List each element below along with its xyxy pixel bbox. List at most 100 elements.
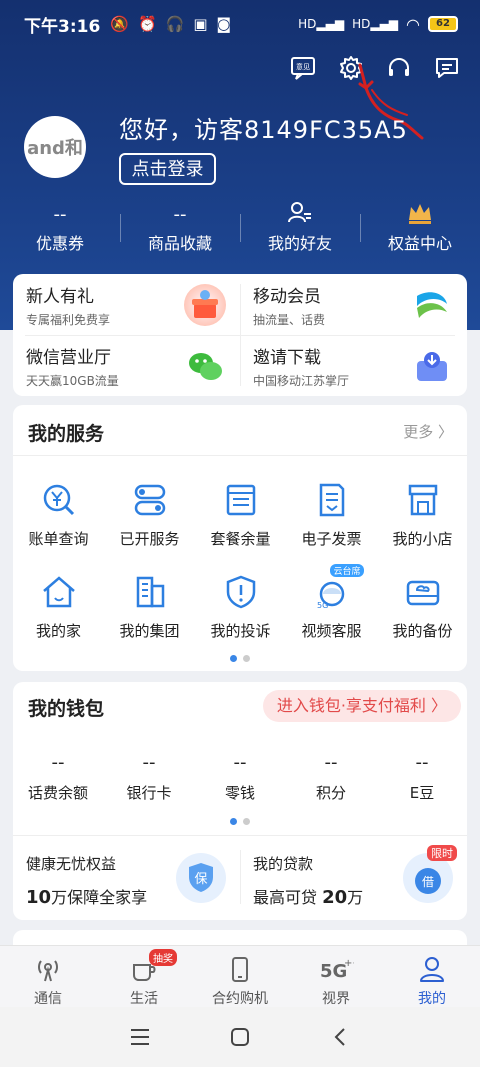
insurance-entry[interactable]: 健康无忧权益 10万保障全家享 保 [13, 835, 240, 920]
stat-benefits[interactable]: 权益中心 [360, 200, 480, 260]
wifi-icon: ◠ [406, 14, 420, 34]
app-notification-icon: ▣ [193, 15, 208, 33]
home-button[interactable] [220, 1017, 260, 1057]
svg-text:意见: 意见 [296, 62, 310, 71]
insurance-suffix: 万保障全家享 [51, 888, 148, 907]
promo-member[interactable]: 移动会员 抽流量、话费 [240, 274, 467, 335]
5g-icon: 5G++ [288, 954, 384, 984]
service-home[interactable]: 我的家 [13, 572, 104, 641]
more-label: 更多 [403, 423, 434, 441]
promo-wechat[interactable]: 微信营业厅 天天赢10GB流量 [13, 335, 240, 396]
greeting-text: 您好，访客8149FC35A5 [119, 116, 408, 144]
promo-invite[interactable]: 邀请下载 中国移动江苏掌厅 [240, 335, 467, 396]
tab-contract-phone[interactable]: 合约购机 [192, 946, 288, 1007]
download-icon [411, 345, 453, 387]
service-complaint[interactable]: 我的投诉 [195, 572, 286, 641]
wallet-edou[interactable]: -- E豆 [377, 752, 467, 803]
recent-apps-button[interactable] [120, 1017, 160, 1057]
limited-time-tag: 限时 [427, 845, 457, 861]
service-label: 已开服务 [119, 530, 180, 548]
chevron-right-icon: 〉 [437, 423, 453, 441]
pager-dot-active[interactable] [230, 818, 237, 825]
friends-icon [240, 200, 360, 230]
pager-dot-active[interactable] [230, 655, 237, 662]
wallet-points[interactable]: -- 积分 [286, 752, 376, 803]
bottom-tab-bar: 通信 抽奖 生活 合约购机 5G++ 视界 我的 [0, 945, 480, 1007]
stat-label: 优惠券 [35, 234, 84, 253]
wallet-bankcard[interactable]: -- 银行卡 [104, 752, 194, 803]
avatar[interactable]: and和 [24, 116, 86, 178]
alert-icon [221, 572, 261, 612]
tab-label: 合约购机 [212, 991, 268, 1007]
service-group[interactable]: 我的集团 [104, 572, 195, 641]
wallet-title: 我的钱包 [28, 698, 105, 720]
tab-communication[interactable]: 通信 [0, 946, 96, 1007]
service-plan-balance[interactable]: 套餐余量 [195, 480, 286, 549]
tab-life[interactable]: 抽奖 生活 [96, 946, 192, 1007]
system-nav-bar [0, 1007, 480, 1067]
status-time: 下午3:16 [24, 16, 101, 37]
shop-icon [403, 480, 443, 520]
enter-wallet-button[interactable]: 进入钱包·享支付福利 〉 [262, 690, 461, 722]
calendar-icon [221, 480, 261, 520]
tab-mine[interactable]: 我的 [384, 946, 480, 1007]
pager-dot[interactable] [243, 655, 250, 662]
signal-icon-2: HD▂▄▆ [352, 17, 399, 31]
service-label: 套餐余量 [210, 530, 271, 548]
stat-label: 我的好友 [267, 234, 332, 253]
stat-label: 商品收藏 [147, 234, 212, 253]
service-opened[interactable]: 已开服务 [104, 480, 195, 549]
service-bill[interactable]: 账单查询 [13, 480, 104, 549]
login-button[interactable]: 点击登录 [119, 153, 216, 185]
china-mobile-logo-icon [411, 284, 453, 326]
square-icon [231, 1028, 249, 1046]
divider [240, 284, 241, 386]
wallet-change[interactable]: -- 零钱 [195, 752, 285, 803]
wallet-value: -- [415, 752, 429, 773]
status-bar: 下午3:16 🔕 ⏰ 🎧 ▣ ◙ HD▂▄▆ HD▂▄▆ ◠ 62 [0, 0, 480, 48]
stats-row: -- 优惠券 -- 商品收藏 我的好友 权益中心 [0, 200, 480, 260]
feedback-icon: 意见 [291, 57, 315, 80]
service-video[interactable]: 5G 云台席 视频客服 [286, 564, 377, 641]
bill-icon [39, 480, 79, 520]
stat-coupons[interactable]: -- 优惠券 [0, 200, 120, 260]
signal-icon: HD▂▄▆ [298, 17, 345, 31]
service-backup[interactable]: 我的备份 [377, 572, 468, 641]
building-icon [130, 572, 170, 612]
back-button[interactable] [320, 1017, 360, 1057]
stat-favorites[interactable]: -- 商品收藏 [120, 200, 240, 260]
service-label: 账单查询 [28, 530, 89, 548]
feedback-button[interactable]: 意见 [286, 52, 320, 84]
loan-entry[interactable]: 我的贷款 最高可贷 20万 借 限时 [240, 835, 467, 920]
service-shop[interactable]: 我的小店 [377, 480, 468, 549]
alarm-icon: ⏰ [137, 15, 157, 33]
service-label: 电子发票 [301, 530, 362, 548]
tab-vision[interactable]: 5G++ 视界 [288, 946, 384, 1007]
mute-icon: 🔕 [110, 15, 129, 33]
pager-dot[interactable] [243, 818, 250, 825]
service-invoice[interactable]: 电子发票 [286, 480, 377, 549]
divider [13, 455, 467, 456]
promo-card: 新人有礼 专属福利免费享 移动会员 抽流量、话费 微信营业厅 天天赢10GB流量… [13, 274, 467, 396]
loan-icon: 借 限时 [403, 845, 457, 903]
status-right: HD▂▄▆ HD▂▄▆ ◠ 62 [298, 15, 458, 34]
wallet-label: 积分 [315, 784, 346, 802]
avatar-logo: and和 [27, 138, 83, 159]
wallet-value: -- [142, 752, 156, 773]
person-icon [384, 954, 480, 984]
promo-newcomer[interactable]: 新人有礼 专属福利免费享 [13, 274, 240, 335]
insurance-amount: 10 [26, 887, 52, 908]
service-label: 视频客服 [301, 622, 362, 640]
gift-icon [184, 284, 226, 326]
stat-friends[interactable]: 我的好友 [240, 200, 360, 260]
tab-label: 生活 [130, 991, 158, 1007]
video-service-badge: 云台席 [330, 564, 364, 577]
wallet-pager [13, 818, 467, 825]
wallet-balance[interactable]: -- 话费余额 [13, 752, 103, 803]
home-icon [39, 572, 79, 612]
messages-button[interactable] [430, 52, 464, 84]
battery-icon: 62 [428, 16, 458, 32]
headset-icon: 🎧 [165, 15, 185, 33]
services-more-link[interactable]: 更多 〉 [403, 421, 453, 442]
svg-text:保: 保 [194, 872, 207, 887]
